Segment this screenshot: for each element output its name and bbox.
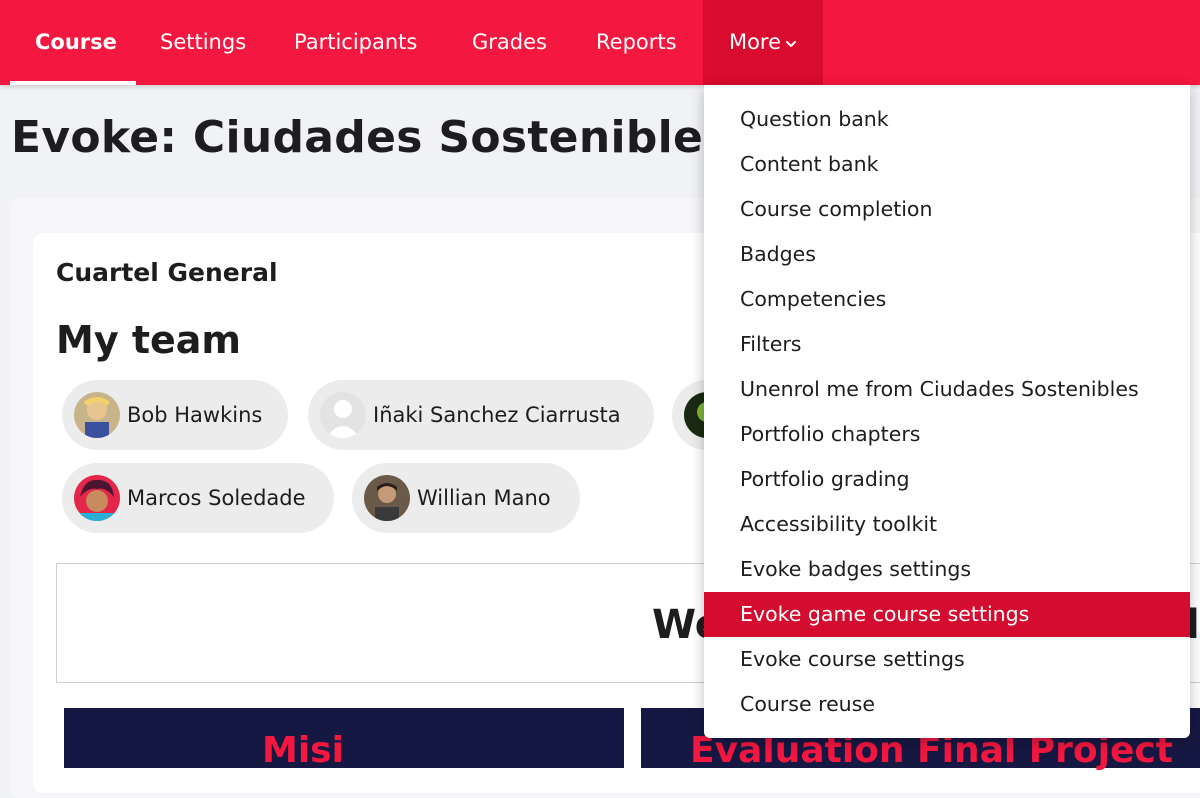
chevron-down-icon bbox=[785, 1, 797, 85]
menu-item-badges[interactable]: Badges bbox=[704, 232, 1190, 277]
top-navigation-bar: Course Settings Participants Grades Repo… bbox=[0, 0, 1200, 85]
menu-item-accessibility-toolkit[interactable]: Accessibility toolkit bbox=[704, 502, 1190, 547]
avatar bbox=[364, 475, 410, 521]
mission-card[interactable] bbox=[64, 708, 624, 768]
tab-settings[interactable]: Settings bbox=[160, 0, 246, 85]
mission-card-title: Misi bbox=[262, 730, 344, 771]
team-member-name: Willian Mano bbox=[417, 486, 551, 510]
avatar bbox=[320, 392, 366, 438]
tab-more[interactable]: More bbox=[703, 0, 823, 85]
team-member-name: Bob Hawkins bbox=[127, 403, 263, 427]
menu-item-course-completion[interactable]: Course completion bbox=[704, 187, 1190, 232]
menu-item-question-bank[interactable]: Question bank bbox=[704, 97, 1190, 142]
menu-item-course-reuse[interactable]: Course reuse bbox=[704, 682, 1190, 727]
tab-reports[interactable]: Reports bbox=[596, 0, 677, 85]
team-member-chip[interactable]: Willian Mano bbox=[352, 463, 580, 533]
tab-participants[interactable]: Participants bbox=[294, 0, 417, 85]
menu-item-evoke-game-course-settings[interactable]: Evoke game course settings bbox=[704, 592, 1190, 637]
page-title: Evoke: Ciudades Sostenibles Ho bbox=[11, 112, 813, 163]
menu-item-evoke-course-settings[interactable]: Evoke course settings bbox=[704, 637, 1190, 682]
section-title: Cuartel General bbox=[56, 258, 278, 287]
menu-item-portfolio-grading[interactable]: Portfolio grading bbox=[704, 457, 1190, 502]
avatar bbox=[74, 475, 120, 521]
team-member-name: Iñaki Sanchez Ciarrusta bbox=[373, 403, 621, 427]
menu-item-content-bank[interactable]: Content bank bbox=[704, 142, 1190, 187]
menu-item-competencies[interactable]: Competencies bbox=[704, 277, 1190, 322]
menu-item-filters[interactable]: Filters bbox=[704, 322, 1190, 367]
team-member-chip[interactable]: Iñaki Sanchez Ciarrusta bbox=[308, 380, 654, 450]
tab-grades[interactable]: Grades bbox=[472, 0, 547, 85]
active-tab-indicator bbox=[10, 81, 136, 85]
more-dropdown-menu: Question bank Content bank Course comple… bbox=[704, 85, 1190, 738]
tab-more-label: More bbox=[728, 30, 782, 54]
menu-item-evoke-badges-settings[interactable]: Evoke badges settings bbox=[704, 547, 1190, 592]
avatar bbox=[74, 392, 120, 438]
menu-item-portfolio-chapters[interactable]: Portfolio chapters bbox=[704, 412, 1190, 457]
team-member-name: Marcos Soledade bbox=[127, 486, 306, 510]
team-member-chip[interactable]: Marcos Soledade bbox=[62, 463, 334, 533]
tab-course[interactable]: Course bbox=[35, 0, 117, 85]
team-member-chip[interactable]: Bob Hawkins bbox=[62, 380, 288, 450]
team-heading: My team bbox=[56, 318, 241, 362]
menu-item-unenrol[interactable]: Unenrol me from Ciudades Sostenibles bbox=[704, 367, 1190, 412]
